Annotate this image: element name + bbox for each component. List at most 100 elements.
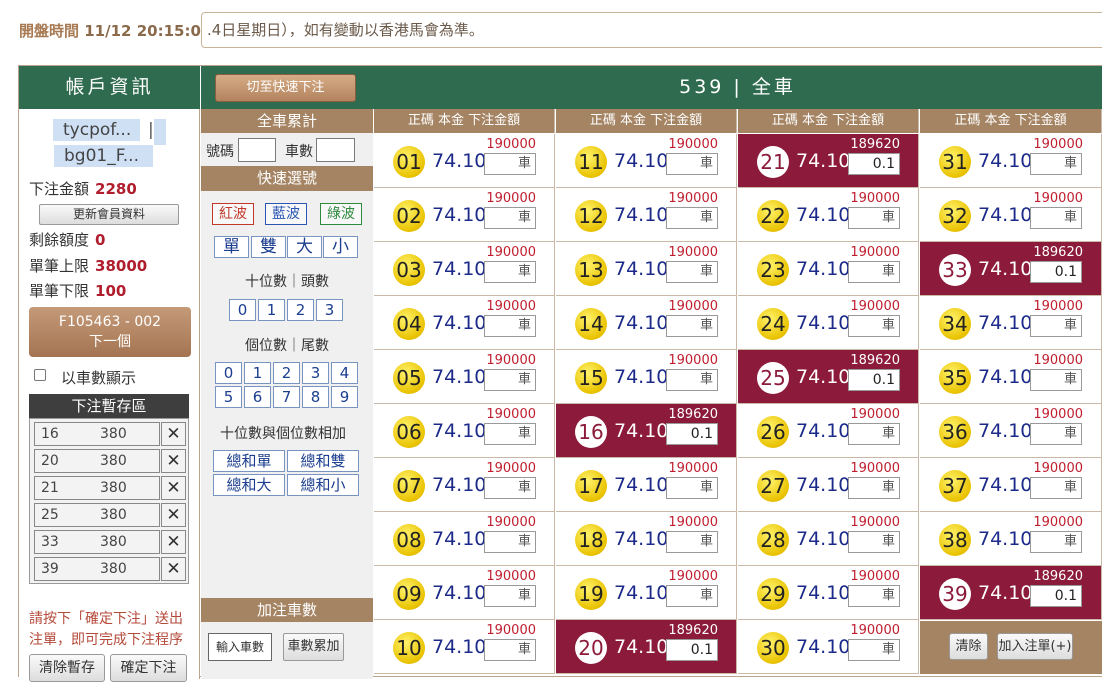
wave-button[interactable]: 綠波 (320, 203, 362, 225)
bet-amount-input[interactable]: 車 (1030, 153, 1082, 175)
number-cell[interactable]: 35 74.10 190000 車 (920, 350, 1102, 404)
remove-cache-icon[interactable]: ✕ (161, 557, 186, 581)
number-ball[interactable]: 39 (939, 578, 971, 610)
bet-amount-input[interactable]: 車 (1030, 477, 1082, 499)
number-cell[interactable]: 02 74.10 190000 車 (374, 188, 555, 242)
bet-amount-input[interactable]: 0.1 (1030, 261, 1082, 283)
number-cell[interactable]: 20 74.10 189620 0.1 (556, 620, 737, 674)
bet-amount-input[interactable]: 0.1 (666, 423, 718, 445)
bet-amount-input[interactable]: 車 (484, 315, 536, 337)
parity-button[interactable]: 單 (214, 236, 249, 258)
number-ball[interactable]: 16 (575, 416, 607, 448)
ones-digit-button[interactable]: 2 (273, 362, 300, 384)
bet-amount-input[interactable]: 車 (484, 639, 536, 661)
confirm-bet-button[interactable]: 確定下注 (110, 654, 187, 682)
clear-grid-button[interactable]: 清除 (949, 633, 988, 660)
number-cell[interactable]: 28 74.10 190000 車 (738, 512, 919, 566)
ones-digit-button[interactable]: 6 (244, 386, 271, 408)
tens-digit-button[interactable]: 0 (229, 299, 256, 321)
number-cell[interactable]: 18 74.10 190000 車 (556, 512, 737, 566)
number-cell[interactable]: 38 74.10 190000 車 (920, 512, 1102, 566)
bet-amount-input[interactable]: 車 (1030, 315, 1082, 337)
number-cell[interactable]: 29 74.10 190000 車 (738, 566, 919, 620)
car-input[interactable] (316, 138, 355, 162)
number-ball[interactable]: 34 (939, 308, 971, 340)
bet-amount-input[interactable]: 車 (666, 477, 718, 499)
number-ball[interactable]: 29 (757, 578, 789, 610)
remove-cache-icon[interactable]: ✕ (161, 422, 186, 446)
number-ball[interactable]: 13 (575, 254, 607, 286)
number-ball[interactable]: 09 (393, 578, 425, 610)
bet-amount-input[interactable]: 車 (484, 153, 536, 175)
number-cell[interactable]: 22 74.10 190000 車 (738, 188, 919, 242)
wave-button[interactable]: 藍波 (265, 203, 307, 225)
number-ball[interactable]: 21 (757, 146, 789, 178)
bet-amount-input[interactable]: 車 (484, 531, 536, 553)
ones-digit-button[interactable]: 9 (331, 386, 358, 408)
number-ball[interactable]: 36 (939, 416, 971, 448)
clear-cache-button[interactable]: 清除暫存 (29, 654, 105, 682)
ones-digit-button[interactable]: 4 (331, 362, 358, 384)
number-cell[interactable]: 12 74.10 190000 車 (556, 188, 737, 242)
bet-amount-input[interactable]: 車 (848, 585, 900, 607)
ones-digit-button[interactable]: 1 (244, 362, 271, 384)
tens-digit-button[interactable]: 2 (287, 299, 314, 321)
parity-button[interactable]: 雙 (251, 236, 286, 258)
number-ball[interactable]: 24 (757, 308, 789, 340)
number-ball[interactable]: 02 (393, 200, 425, 232)
number-ball[interactable]: 26 (757, 416, 789, 448)
ones-digit-button[interactable]: 3 (302, 362, 329, 384)
number-cell[interactable]: 03 74.10 190000 車 (374, 242, 555, 296)
parity-button[interactable]: 小 (323, 236, 358, 258)
remove-cache-icon[interactable]: ✕ (161, 476, 186, 500)
add-to-slip-button[interactable]: 加入注單(+) (997, 633, 1073, 660)
sum-button[interactable]: 總和小 (287, 474, 359, 496)
number-cell[interactable]: 10 74.10 190000 車 (374, 620, 555, 674)
sum-button[interactable]: 總和雙 (287, 450, 359, 472)
number-cell[interactable]: 32 74.10 190000 車 (920, 188, 1102, 242)
number-cell[interactable]: 15 74.10 190000 車 (556, 350, 737, 404)
number-ball[interactable]: 12 (575, 200, 607, 232)
number-cell[interactable]: 16 74.10 189620 0.1 (556, 404, 737, 458)
update-member-button[interactable]: 更新會員資料 (39, 204, 179, 225)
number-cell[interactable]: 19 74.10 190000 車 (556, 566, 737, 620)
number-cell[interactable]: 30 74.10 190000 車 (738, 620, 919, 674)
bet-amount-input[interactable]: 車 (848, 315, 900, 337)
number-ball[interactable]: 28 (757, 524, 789, 556)
number-ball[interactable]: 35 (939, 362, 971, 394)
number-ball[interactable]: 23 (757, 254, 789, 286)
number-ball[interactable]: 31 (939, 146, 971, 178)
switch-quick-bet-button[interactable]: 切至快速下注 (215, 74, 356, 102)
ones-digit-button[interactable]: 7 (273, 386, 300, 408)
number-cell[interactable]: 34 74.10 190000 車 (920, 296, 1102, 350)
number-ball[interactable]: 03 (393, 254, 425, 286)
number-ball[interactable]: 05 (393, 362, 425, 394)
bet-amount-input[interactable]: 車 (848, 261, 900, 283)
number-ball[interactable]: 06 (393, 416, 425, 448)
number-cell[interactable]: 25 74.10 189620 0.1 (738, 350, 919, 404)
number-ball[interactable]: 32 (939, 200, 971, 232)
sum-button[interactable]: 總和大 (213, 474, 285, 496)
bet-amount-input[interactable]: 車 (484, 369, 536, 391)
bet-amount-input[interactable]: 車 (848, 531, 900, 553)
bet-amount-input[interactable]: 車 (484, 261, 536, 283)
number-cell[interactable]: 31 74.10 190000 車 (920, 134, 1102, 188)
number-ball[interactable]: 33 (939, 254, 971, 286)
number-ball[interactable]: 30 (757, 632, 789, 664)
number-ball[interactable]: 07 (393, 470, 425, 502)
number-ball[interactable]: 19 (575, 578, 607, 610)
bet-amount-input[interactable]: 車 (666, 531, 718, 553)
number-cell[interactable]: 11 74.10 190000 車 (556, 134, 737, 188)
number-cell[interactable]: 21 74.10 189620 0.1 (738, 134, 919, 188)
number-cell[interactable]: 27 74.10 190000 車 (738, 458, 919, 512)
number-cell[interactable]: 07 74.10 190000 車 (374, 458, 555, 512)
bet-amount-input[interactable]: 車 (848, 207, 900, 229)
sum-button[interactable]: 總和單 (213, 450, 285, 472)
tens-digit-button[interactable]: 3 (316, 299, 343, 321)
parity-button[interactable]: 大 (287, 236, 322, 258)
ones-digit-button[interactable]: 0 (215, 362, 242, 384)
bet-amount-input[interactable]: 車 (484, 423, 536, 445)
car-accumulate-button[interactable]: 車數累加 (283, 633, 344, 661)
number-ball[interactable]: 04 (393, 308, 425, 340)
number-cell[interactable]: 09 74.10 190000 車 (374, 566, 555, 620)
